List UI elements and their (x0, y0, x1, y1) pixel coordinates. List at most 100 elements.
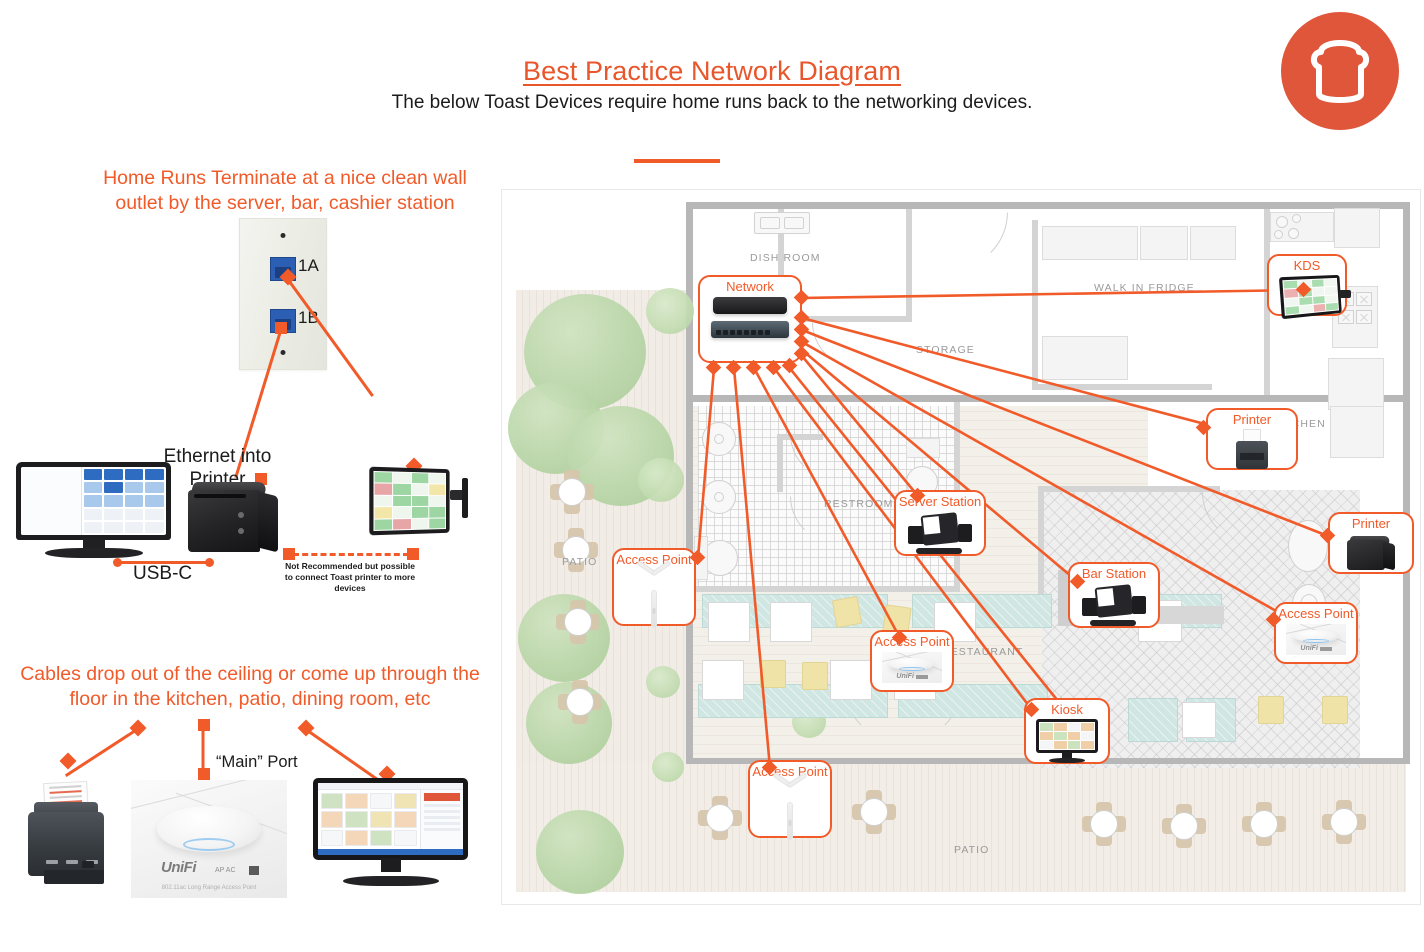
room-label: PATIO (954, 844, 990, 856)
dining-table (830, 660, 872, 700)
diagram-page: Best Practice Network Diagram The below … (0, 0, 1424, 952)
node-label-kds: KDS (1293, 258, 1321, 273)
toast-bread-logo-icon (1281, 12, 1399, 130)
room-label: RESTAURANT (942, 646, 1024, 658)
patio-table (1242, 802, 1286, 846)
dish-sink-inner-left (760, 217, 780, 229)
dining-chair (831, 595, 863, 629)
impact-printer-icon (1214, 428, 1290, 469)
oven-burner-b (1356, 292, 1372, 306)
wall-kitchen-fridge (1032, 220, 1038, 390)
unifi-caption: 802.11ac Long Range Access Point (161, 885, 257, 891)
node-ap-patio-bottom[interactable]: Access Point (748, 760, 832, 840)
label-main-port: “Main” Port (216, 753, 298, 771)
wall-restroom-bottom (693, 586, 955, 592)
toilet-tank-2 (906, 438, 940, 458)
guest-facing-display (313, 778, 468, 886)
ap-dome-icon: UniFi (878, 650, 946, 685)
kiosk-display-icon (1032, 718, 1102, 763)
node-printer-kitchen[interactable]: Printer (1206, 408, 1298, 470)
room-label: WALK IN FRIDGE (1094, 282, 1195, 294)
wall-dish-divider (686, 395, 946, 402)
node-label-printer-bar: Printer (1351, 516, 1391, 531)
node-ap-dining[interactable]: Access Point UniFi (870, 630, 954, 692)
sink-basin-1-drain (714, 434, 724, 444)
oven-burner-d (1356, 310, 1372, 324)
tree-icon (536, 810, 624, 894)
callout-home-runs: Home Runs Terminate at a nice clean wall… (103, 167, 467, 214)
dining-table (770, 602, 812, 642)
pos-terminal-icon (902, 510, 978, 554)
drop-endpoint-printer-bottom (59, 752, 77, 770)
burner-circle-4 (1288, 228, 1299, 239)
room-label: DISH ROOM (750, 252, 821, 264)
impact-kitchen-printer (20, 780, 112, 884)
patio-table (558, 680, 602, 724)
callout-cable-drops: Cables drop out of the ceiling or come u… (20, 663, 480, 710)
node-server-station[interactable]: Server Station (894, 490, 986, 556)
banquette-seat (1128, 698, 1178, 742)
burner-circle-3 (1274, 230, 1283, 239)
port-label-1a: 1A (298, 256, 319, 275)
drop-cable-display (305, 728, 384, 785)
wall-top-back (686, 202, 1410, 209)
patio-table (1082, 802, 1126, 846)
wall-stall-divider-1 (777, 440, 783, 492)
wall-right-outer (1403, 202, 1410, 762)
node-bar-station[interactable]: Bar Station (1068, 562, 1160, 628)
dining-chair (760, 660, 786, 688)
unifi-lr-badge (249, 866, 259, 875)
node-ap-patio-left[interactable]: Access Point (612, 548, 696, 628)
dining-chair (802, 662, 828, 690)
bush-icon (646, 288, 694, 334)
patio-table (1162, 804, 1206, 848)
fridge-shelf-1 (1042, 226, 1138, 260)
room-label: RESTROOM (824, 498, 894, 510)
node-label-ap-bar-right: Access Point (1278, 606, 1354, 621)
toast-cube-printer (188, 482, 278, 554)
floorplan-panel: DISH ROOM WALK IN FRIDGE STORAGE KITCHEN… (501, 189, 1421, 905)
node-label-ap-dining: Access Point (874, 634, 950, 649)
label-not-recommended: Not Recommended but possible to connect … (284, 561, 416, 594)
wall-outlet-plate: 1A 1B (239, 218, 327, 370)
patio-table (556, 600, 600, 644)
screw-icon (280, 350, 286, 355)
bush-icon (652, 752, 684, 782)
node-ap-bar-right[interactable]: Access Point UniFi (1274, 602, 1358, 664)
node-printer-bar[interactable]: Printer (1328, 512, 1414, 574)
fridge-shelf-2 (1140, 226, 1188, 260)
screw-icon (280, 233, 286, 238)
node-label-network: Network (726, 279, 774, 294)
node-label-kiosk: Kiosk (1051, 702, 1083, 717)
fridge-shelf-3 (1190, 226, 1236, 260)
dashed-endpoint-right (407, 548, 419, 560)
usbc-endpoint-printer (205, 558, 214, 567)
dining-table (708, 602, 750, 642)
cube-printer-icon (1336, 532, 1406, 571)
page-subtitle: The below Toast Devices require home run… (391, 92, 1033, 113)
section-rule (634, 159, 720, 163)
kitchen-counter-bottom (1328, 358, 1384, 410)
patio-table (698, 796, 742, 840)
not-recommended-cable (293, 553, 409, 556)
wall-bar-top (1038, 486, 1220, 492)
page-title: Best Practice Network Diagram (522, 56, 901, 86)
node-label-printer-kitchen: Printer (1232, 412, 1272, 427)
pos-terminal-icon (1076, 582, 1152, 626)
pos-base (44, 548, 143, 558)
bush-icon (638, 458, 684, 502)
burner-circle-2 (1292, 214, 1301, 223)
kitchen-cabinet (1330, 406, 1384, 458)
wall-mounted-display (369, 466, 468, 550)
sink-basin-2-drain (714, 492, 724, 502)
ap-antenna-icon (620, 560, 688, 628)
node-network[interactable]: Network (698, 275, 802, 363)
wall-fridge-bottom (1032, 384, 1212, 390)
patio-table (852, 790, 896, 834)
label-usb-c: USB-C (133, 563, 193, 584)
range-body (1334, 208, 1380, 248)
main-port-endpoint-bottom (198, 768, 210, 780)
unifi-brand-label: UniFi (161, 859, 197, 876)
node-label-ap-patio-left: Access Point (616, 552, 692, 567)
router-and-switch-icon (706, 295, 794, 356)
